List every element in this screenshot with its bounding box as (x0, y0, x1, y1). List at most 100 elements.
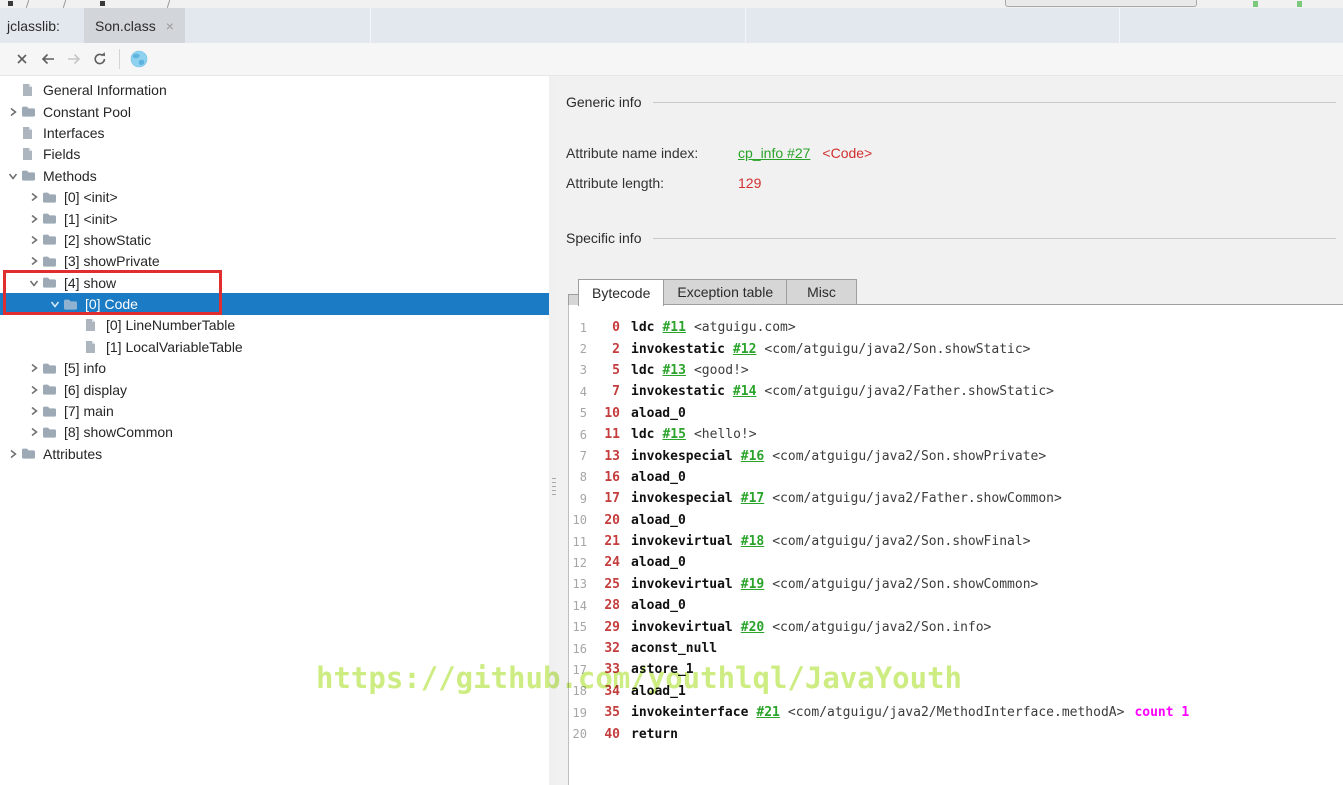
tree-item-1-localvariabletable[interactable]: [1] LocalVariableTable (0, 336, 549, 357)
cutoff-glyph (63, 0, 66, 8)
tree-item-label: [8] showCommon (64, 424, 173, 440)
chevron-down-icon[interactable] (25, 277, 42, 289)
tree-item-fields[interactable]: Fields (0, 144, 549, 165)
tree-item-5-info[interactable]: [5] info (0, 358, 549, 379)
line-number: 18 (569, 684, 587, 698)
chevron-down-icon[interactable] (46, 298, 63, 310)
chevron-right-icon[interactable] (25, 405, 42, 417)
chevron-right-icon[interactable] (25, 234, 42, 246)
chevron-right-icon[interactable] (25, 191, 42, 203)
folder-icon (21, 105, 37, 118)
operand: <good!> (694, 363, 749, 378)
constant-pool-link[interactable]: #13 (662, 363, 685, 378)
cp-info-link[interactable]: cp_info #27 (738, 145, 810, 161)
operand: <com/atguigu/java2/MethodInterface.metho… (788, 705, 1125, 720)
generic-info-title: Generic info (566, 94, 641, 110)
byte-offset: 28 (594, 598, 620, 613)
byte-offset: 13 (594, 449, 620, 464)
attribute-name-index-row: Attribute name index: cp_info #27 <Code> (566, 144, 872, 161)
invoke-count-label: count 1 (1134, 705, 1189, 720)
constant-pool-link[interactable]: #20 (741, 620, 764, 635)
folder-icon (21, 169, 37, 182)
close-icon[interactable] (9, 46, 35, 72)
byte-offset: 40 (594, 727, 620, 742)
tab-bytecode[interactable]: Bytecode (578, 279, 664, 306)
cutoff-glyph (8, 1, 13, 6)
chevron-right-icon[interactable] (25, 255, 42, 267)
opcode: invokeinterface (631, 705, 748, 720)
constant-pool-link[interactable]: #11 (662, 320, 685, 335)
tab-separator (745, 8, 746, 43)
bytecode-line: 1428aload_0 (569, 595, 1343, 616)
tree-item-attributes[interactable]: Attributes (0, 443, 549, 464)
tree-item-label: [0] LineNumberTable (106, 317, 235, 333)
folder-icon (42, 255, 58, 268)
chevron-right-icon[interactable] (25, 384, 42, 396)
chevron-right-icon[interactable] (4, 106, 21, 118)
constant-pool-link[interactable]: #14 (733, 384, 756, 399)
tree-item-0-linenumbertable[interactable]: [0] LineNumberTable (0, 315, 549, 336)
file-tab-son-class[interactable]: Son.class × (84, 8, 185, 43)
attribute-type-value: <Code> (822, 145, 872, 161)
operand: <com/atguigu/java2/Son.showFinal> (772, 534, 1030, 549)
byte-offset: 2 (594, 342, 620, 357)
toolbar (0, 43, 1343, 76)
tree-item-3-showprivate[interactable]: [3] showPrivate (0, 251, 549, 272)
operand: <hello!> (694, 427, 757, 442)
constant-pool-link[interactable]: #18 (741, 534, 764, 549)
tab-close-icon[interactable]: × (166, 19, 174, 33)
tree-item-4-show[interactable]: [4] show (0, 272, 549, 293)
folder-icon (21, 447, 37, 460)
bytecode-line: 1325invokevirtual#19<com/atguigu/java2/S… (569, 574, 1343, 595)
byte-offset: 17 (594, 491, 620, 506)
tree-item-2-showstatic[interactable]: [2] showStatic (0, 229, 549, 250)
chevron-right-icon[interactable] (25, 213, 42, 225)
constant-pool-link[interactable]: #16 (741, 449, 764, 464)
constant-pool-link[interactable]: #12 (733, 342, 756, 357)
byte-offset: 0 (594, 320, 620, 335)
line-number: 19 (569, 706, 587, 720)
tree-item-label: [2] showStatic (64, 232, 151, 248)
line-number: 8 (569, 470, 587, 484)
opcode: aload_0 (631, 406, 686, 421)
tree-item-0-init[interactable]: [0] <init> (0, 186, 549, 207)
bytecode-line: 1733astore_1 (569, 659, 1343, 680)
chevron-right-icon[interactable] (4, 448, 21, 460)
constant-pool-link[interactable]: #15 (662, 427, 685, 442)
tree-item-interfaces[interactable]: Interfaces (0, 122, 549, 143)
attribute-length-value: 129 (738, 175, 761, 191)
constant-pool-link[interactable]: #19 (741, 577, 764, 592)
chevron-down-icon[interactable] (4, 170, 21, 182)
bytecode-line: 510aload_0 (569, 403, 1343, 424)
forward-icon[interactable] (61, 46, 87, 72)
byte-offset: 10 (594, 406, 620, 421)
tree-item-constant-pool[interactable]: Constant Pool (0, 101, 549, 122)
operand: <com/atguigu/java2/Son.showStatic> (764, 342, 1030, 357)
tree-item-0-code[interactable]: [0] Code (0, 293, 549, 314)
bytecode-line: 10ldc#11<atguigu.com> (569, 317, 1343, 338)
tree-item-8-showcommon[interactable]: [8] showCommon (0, 422, 549, 443)
bytecode-line: 1529invokevirtual#20<com/atguigu/java2/S… (569, 616, 1343, 637)
globe-icon[interactable] (126, 46, 152, 72)
tab-misc[interactable]: Misc (786, 279, 857, 305)
tree-item-7-main[interactable]: [7] main (0, 400, 549, 421)
constant-pool-link[interactable]: #17 (741, 491, 764, 506)
byte-offset: 24 (594, 555, 620, 570)
tree-item-methods[interactable]: Methods (0, 165, 549, 186)
tab-bar: jclasslib: Son.class × (0, 8, 1343, 43)
tree-item-6-display[interactable]: [6] display (0, 379, 549, 400)
chevron-right-icon[interactable] (25, 426, 42, 438)
tree-item-general-information[interactable]: General Information (0, 80, 549, 101)
chevron-right-icon[interactable] (25, 362, 42, 374)
folder-icon (42, 191, 58, 204)
byte-offset: 7 (594, 384, 620, 399)
line-number: 12 (569, 556, 587, 570)
tab-exception-table[interactable]: Exception table (663, 279, 787, 305)
search-input[interactable] (1005, 0, 1197, 7)
bytecode-line: 611ldc#15<hello!> (569, 424, 1343, 445)
refresh-icon[interactable] (87, 46, 113, 72)
back-icon[interactable] (35, 46, 61, 72)
tree-item-label: [5] info (64, 360, 106, 376)
constant-pool-link[interactable]: #21 (756, 705, 779, 720)
tree-item-1-init[interactable]: [1] <init> (0, 208, 549, 229)
